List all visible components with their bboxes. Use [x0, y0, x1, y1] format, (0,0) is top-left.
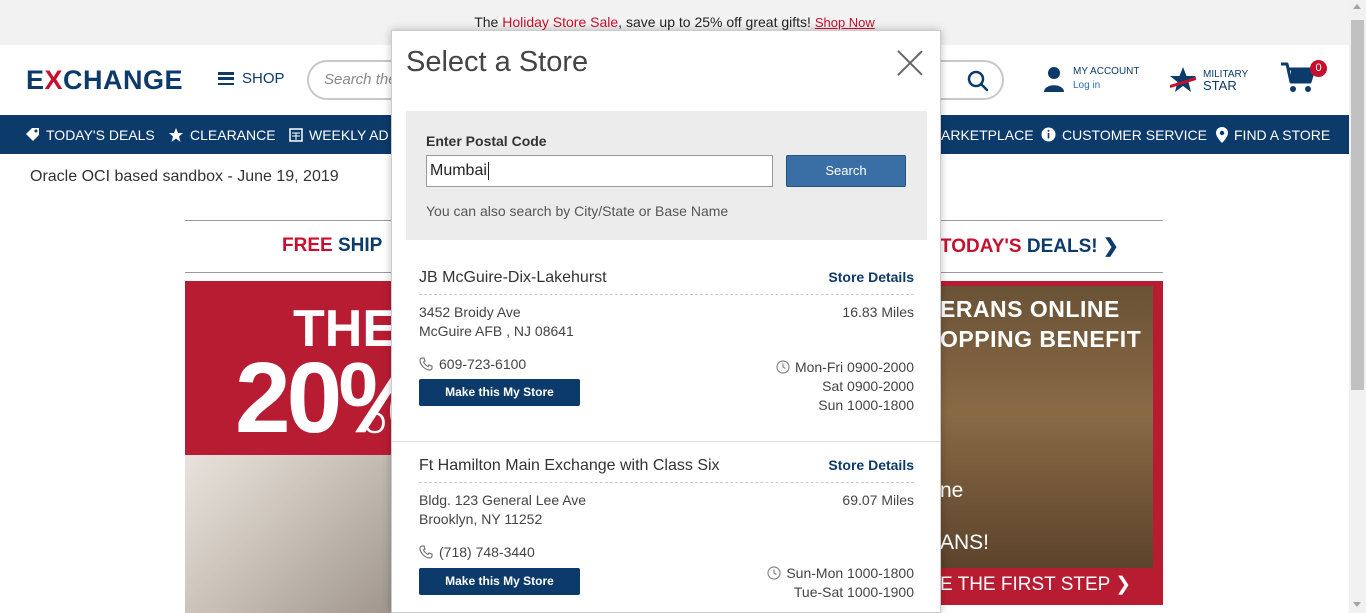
- logo-text-1: E: [26, 65, 45, 95]
- promo-prefix: The: [474, 14, 503, 30]
- free-shipping-banner[interactable]: FREE SHIP: [282, 235, 382, 257]
- store-details-link[interactable]: Store Details: [828, 269, 914, 285]
- store-hours-line: Tue-Sat 1000-1900: [793, 584, 914, 600]
- star-outline-icon: [169, 127, 183, 142]
- todays-dark: DEALS! ❯: [1026, 236, 1119, 257]
- dashed-divider: [419, 294, 914, 295]
- todays-deals-banner[interactable]: TODAY'S DEALS! ❯: [940, 235, 1119, 258]
- modal-title: Select a Store: [406, 46, 589, 78]
- account-title: MY ACCOUNT: [1073, 66, 1140, 77]
- nav-customer-service-label: CUSTOMER SERVICE: [1062, 126, 1207, 143]
- nav-todays-deals-label: TODAY'S DEALS: [46, 126, 155, 143]
- nav-find-store-label: FIND A STORE: [1234, 126, 1331, 143]
- page-scrollbar[interactable]: [1349, 0, 1366, 613]
- store-search-panel: Enter Postal Code Mumbai Search You can …: [406, 111, 927, 240]
- store-phone[interactable]: 609-723-6100: [419, 356, 526, 372]
- store-address-line-2: Brooklyn, NY 11252: [419, 511, 543, 527]
- scroll-down-arrow-icon[interactable]: [1353, 602, 1361, 607]
- select-store-modal: Select a Store Enter Postal Code Mumbai …: [391, 30, 941, 613]
- veterans-banner[interactable]: ERANS ONLINE OPPING BENEFIT ne ANS! E TH…: [935, 281, 1163, 605]
- phone-icon: [419, 357, 433, 371]
- clock-icon: [776, 360, 790, 374]
- nav-weekly-ad-label: WEEKLY AD: [309, 126, 389, 143]
- store-hours-line: Sun-Mon 1000-1800: [786, 565, 914, 581]
- sandbox-note: Oracle OCI based sandbox - June 19, 2019: [30, 168, 339, 185]
- page: The Holiday Store Sale, save up to 25% o…: [0, 0, 1366, 613]
- store-distance: 69.07 Miles: [842, 492, 914, 508]
- store-phone-number: 609-723-6100: [439, 356, 527, 372]
- store-phone-number: (718) 748-3440: [439, 544, 535, 560]
- postal-code-input[interactable]: Mumbai: [426, 155, 773, 187]
- nav-weekly-ad[interactable]: WEEKLY AD: [289, 115, 389, 154]
- store-search-button[interactable]: Search: [786, 155, 906, 187]
- postal-code-label: Enter Postal Code: [426, 133, 547, 149]
- newspaper-icon: [289, 127, 303, 142]
- veterans-line-2: OPPING BENEFIT: [940, 326, 1142, 352]
- store-name: JB McGuire-Dix-Lakehurst: [419, 269, 607, 286]
- banner-photo: [185, 455, 395, 613]
- store-address-line-2: McGuire AFB , NJ 08641: [419, 323, 574, 339]
- exchange-logo[interactable]: EXCHANGE: [26, 65, 183, 96]
- star-icon: [1170, 67, 1196, 92]
- user-icon: [1044, 67, 1064, 92]
- store-hours-line: Sun 1000-1800: [818, 397, 914, 413]
- nav-marketplace-label: ARKETPLACE: [941, 126, 1034, 143]
- veterans-cta[interactable]: E THE FIRST STEP ❯: [940, 573, 1131, 596]
- map-pin-icon: [1216, 126, 1228, 143]
- store-details-link[interactable]: Store Details: [828, 457, 914, 473]
- todays-red: TODAY'S: [940, 236, 1027, 257]
- search-icon[interactable]: [966, 69, 990, 93]
- scroll-up-arrow-icon[interactable]: [1353, 4, 1361, 9]
- make-my-store-button[interactable]: Make this My Store: [419, 379, 580, 406]
- store-distance: 16.83 Miles: [842, 304, 914, 320]
- clock-icon: [767, 566, 781, 580]
- military-star-link[interactable]: MILITARY STAR: [1168, 65, 1248, 95]
- login-link[interactable]: Log in: [1073, 79, 1140, 93]
- hamburger-icon: [218, 72, 234, 85]
- search-hint: You can also search by City/State or Bas…: [426, 203, 729, 219]
- free-ship-dark: SHIP: [337, 235, 383, 256]
- dashed-divider: [419, 482, 914, 483]
- free-ship-red: FREE: [282, 235, 338, 256]
- store-address-line-1: Bldg. 123 General Lee Ave: [419, 492, 587, 508]
- nav-clearance-label: CLEARANCE: [190, 126, 276, 143]
- promo-banner-left[interactable]: THE 20% O: [185, 281, 395, 613]
- logo-text-2: CHANGE: [63, 65, 184, 95]
- cart-count-badge: 0: [1310, 60, 1327, 77]
- promo-suffix: , save up to 25% off great gifts!: [618, 14, 815, 30]
- store-hours-line: Mon-Fri 0900-2000: [794, 359, 914, 375]
- logo-text-x: X: [44, 65, 64, 95]
- store-hours: Sun-Mon 1000-1800 Tue-Sat 1000-1900: [767, 564, 914, 602]
- store-hours: Mon-Fri 0900-2000 Sat 0900-2000 Sun 1000…: [776, 358, 914, 415]
- milstar-line-2: STAR: [1203, 78, 1237, 93]
- scrollbar-thumb[interactable]: [1351, 20, 1364, 390]
- tag-icon: [26, 128, 39, 141]
- make-my-store-button[interactable]: Make this My Store: [419, 568, 580, 595]
- store-divider: [392, 441, 940, 442]
- nav-todays-deals[interactable]: TODAY'S DEALS: [25, 115, 155, 154]
- store-address-line-1: 3452 Broidy Ave: [419, 304, 521, 320]
- close-icon[interactable]: [895, 48, 925, 78]
- nav-find-store[interactable]: FIND A STORE: [1216, 115, 1330, 154]
- banner-o: O: [363, 407, 387, 440]
- veterans-line-1: ERANS ONLINE: [940, 296, 1120, 322]
- my-account[interactable]: MY ACCOUNT Log in: [1043, 65, 1140, 93]
- shop-now-link[interactable]: Shop Now: [815, 15, 875, 30]
- veterans-line-3: ne: [940, 479, 964, 502]
- store-phone[interactable]: (718) 748-3440: [419, 544, 535, 560]
- nav-customer-service[interactable]: CUSTOMER SERVICE: [1041, 115, 1207, 154]
- veterans-line-4: ANS!: [940, 531, 990, 554]
- shop-menu-button[interactable]: SHOP: [218, 70, 285, 87]
- store-hours-line: Sat 0900-2000: [822, 378, 914, 394]
- info-icon: [1041, 127, 1056, 142]
- shop-label: SHOP: [242, 70, 285, 87]
- nav-clearance[interactable]: CLEARANCE: [168, 115, 276, 154]
- store-name: Ft Hamilton Main Exchange with Class Six: [419, 457, 720, 474]
- nav-marketplace[interactable]: ARKETPLACE: [941, 115, 1034, 154]
- phone-icon: [419, 545, 433, 559]
- promo-highlight: Holiday Store Sale: [502, 14, 619, 30]
